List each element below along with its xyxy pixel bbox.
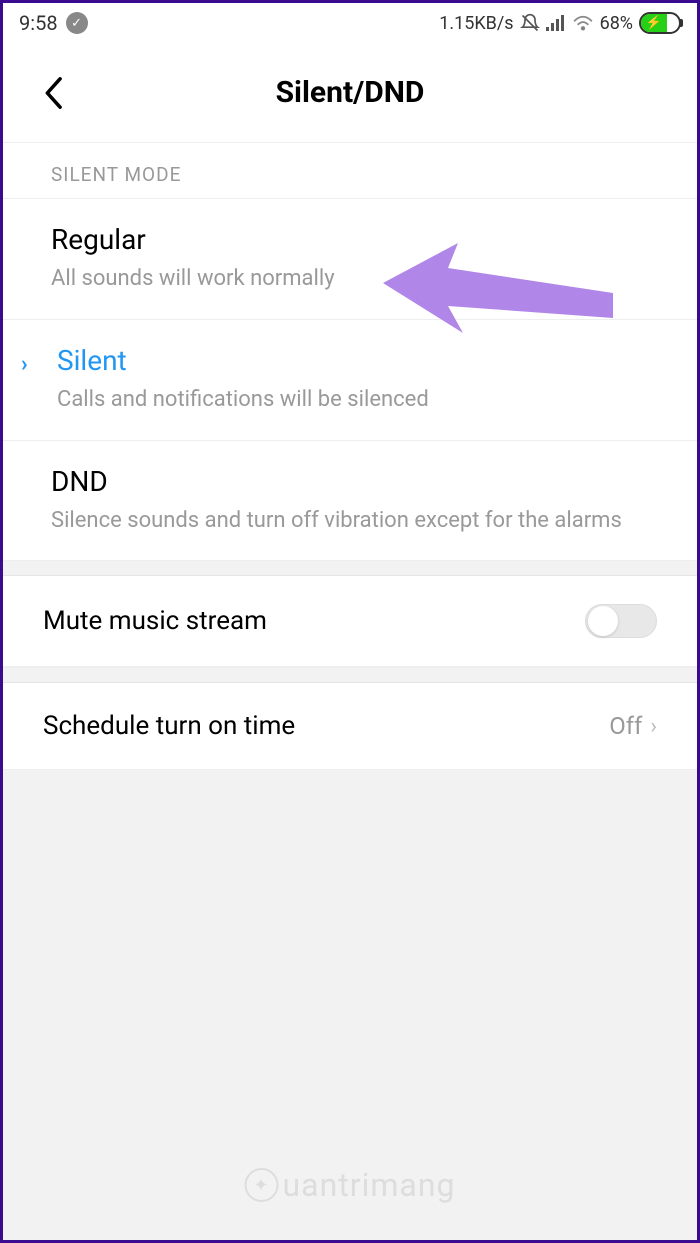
option-silent[interactable]: › Silent Calls and notifications will be… bbox=[3, 319, 697, 440]
battery-percent: 68% bbox=[600, 13, 633, 34]
page-title: Silent/DND bbox=[73, 75, 627, 110]
option-description: All sounds will work normally bbox=[51, 264, 649, 295]
option-description: Calls and notifications will be silenced bbox=[57, 385, 649, 416]
option-description: Silence sounds and turn off vibration ex… bbox=[51, 506, 649, 537]
battery-icon: ⚡ bbox=[639, 12, 681, 34]
wifi-icon bbox=[572, 15, 594, 31]
row-schedule[interactable]: Schedule turn on time Off › bbox=[3, 683, 697, 770]
row-value: Off bbox=[609, 712, 642, 740]
watermark: ✦ uantrimang bbox=[245, 1166, 456, 1204]
back-button[interactable] bbox=[33, 73, 73, 113]
row-mute-music[interactable]: Mute music stream bbox=[3, 576, 697, 667]
option-title: DND bbox=[51, 465, 649, 498]
section-header-silent-mode: SILENT MODE bbox=[3, 143, 697, 198]
row-label: Schedule turn on time bbox=[43, 711, 609, 741]
section-gap bbox=[3, 667, 697, 683]
status-time: 9:58 bbox=[19, 11, 58, 35]
toggle-mute-music[interactable] bbox=[585, 604, 657, 638]
watermark-icon: ✦ bbox=[245, 1168, 279, 1202]
option-regular[interactable]: Regular All sounds will work normally bbox=[3, 198, 697, 319]
option-dnd[interactable]: DND Silence sounds and turn off vibratio… bbox=[3, 440, 697, 561]
watermark-text: uantrimang bbox=[283, 1166, 456, 1204]
option-title: Regular bbox=[51, 223, 649, 256]
selected-indicator-icon: › bbox=[21, 352, 28, 377]
page-header: Silent/DND bbox=[3, 43, 697, 143]
option-title: Silent bbox=[57, 344, 649, 377]
row-label: Mute music stream bbox=[43, 606, 585, 636]
status-bar: 9:58 ✓ 1.15KB/s 68% bbox=[3, 3, 697, 43]
check-circle-icon: ✓ bbox=[66, 12, 88, 34]
network-speed: 1.15KB/s bbox=[439, 13, 513, 34]
chevron-right-icon: › bbox=[650, 714, 657, 739]
toggle-knob bbox=[588, 606, 618, 636]
silent-mode-options: Regular All sounds will work normally › … bbox=[3, 198, 697, 560]
bell-muted-icon bbox=[520, 13, 540, 33]
signal-icon bbox=[546, 15, 566, 31]
section-gap bbox=[3, 560, 697, 576]
